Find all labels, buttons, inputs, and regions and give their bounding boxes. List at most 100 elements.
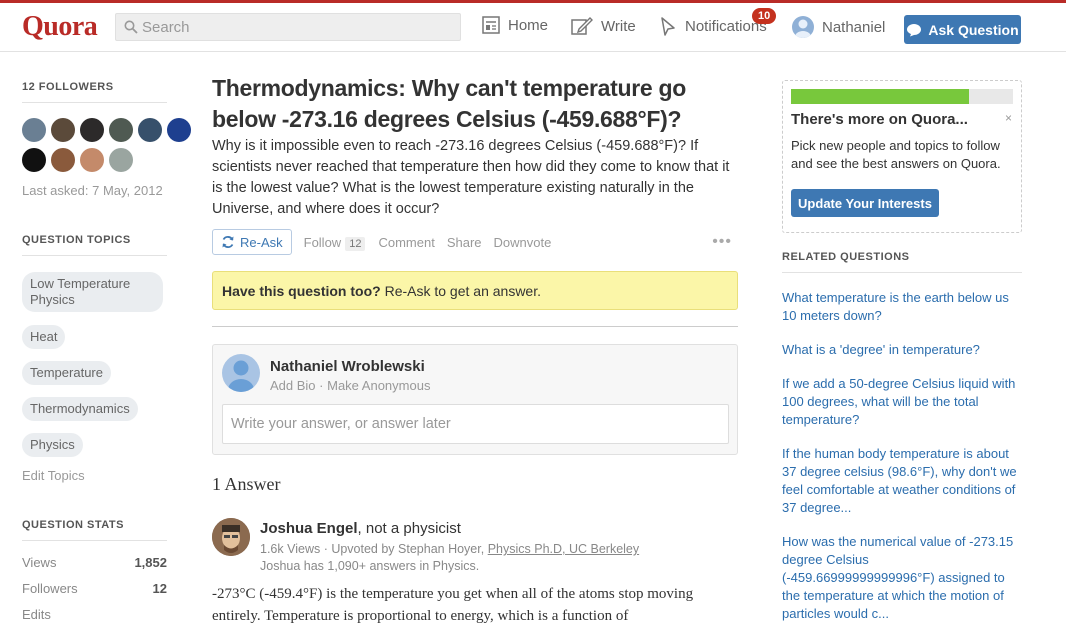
speech-bubble-icon <box>907 23 922 36</box>
question-actions: Re-Ask Follow 12 Comment Share Downvote •… <box>212 228 738 256</box>
interests-promo-card: There's more on Quora... × Pick new peop… <box>782 80 1022 233</box>
update-interests-button[interactable]: Update Your Interests <box>791 189 939 217</box>
quora-logo[interactable]: Quora <box>22 11 98 43</box>
search-input[interactable]: Search <box>115 13 461 41</box>
more-options-icon[interactable]: ••• <box>712 233 732 251</box>
follow-label: Follow <box>303 234 342 250</box>
progress-fill <box>791 89 969 104</box>
answer-author-avatar[interactable] <box>212 518 250 556</box>
promo-title: There's more on Quora... <box>791 111 968 128</box>
stat-label: Edits <box>22 607 51 622</box>
question-stats-heading: QUESTION STATS <box>22 519 124 531</box>
divider <box>22 255 167 256</box>
followers-avatars <box>22 118 191 172</box>
follower-avatar[interactable] <box>138 118 162 142</box>
interests-progress-bar <box>791 89 1013 104</box>
answer-placeholder: Write your answer, or answer later <box>231 416 451 432</box>
share-button[interactable]: Share <box>447 235 482 250</box>
divider <box>782 272 1022 273</box>
answer-author-credential: , not a physicist <box>357 520 461 537</box>
topic-heat[interactable]: Heat <box>22 325 66 349</box>
separator-dot: · <box>315 378 328 393</box>
answer-views-upvotes: 1.6k Views · Upvoted by Stephan Hoyer, <box>260 542 488 556</box>
divider <box>212 326 738 327</box>
answer-author-line: Joshua Engel, not a physicist <box>260 520 461 537</box>
user-silhouette-icon <box>228 360 254 392</box>
reask-label: Re-Ask <box>240 234 283 250</box>
related-question-link[interactable]: If the human body temperature is about 3… <box>782 445 1022 517</box>
answer-composer: Nathaniel Wroblewski Add Bio · Make Anon… <box>212 344 738 455</box>
comment-button[interactable]: Comment <box>378 235 434 250</box>
question-details: Why is it impossible even to reach -273.… <box>212 138 730 217</box>
nav-write-label: Write <box>601 17 636 35</box>
reask-button[interactable]: Re-Ask <box>212 229 292 255</box>
promo-text: Pick new people and topics to follow and… <box>791 138 1001 171</box>
divider <box>22 540 167 541</box>
ask-question-button[interactable]: Ask Question <box>904 15 1021 44</box>
related-question-link[interactable]: How was the numerical value of -273.15 d… <box>782 533 1022 623</box>
composer-user-name[interactable]: Nathaniel Wroblewski <box>270 358 425 375</box>
related-question-link[interactable]: What is a 'degree' in temperature? <box>782 341 1022 359</box>
answer-meta: 1.6k Views · Upvoted by Stephan Hoyer, P… <box>260 542 639 556</box>
answer-count-heading: 1 Answer <box>212 474 281 494</box>
write-icon <box>571 17 593 35</box>
composer-user-links: Add Bio · Make Anonymous <box>270 378 430 393</box>
nav-profile-label: Nathaniel <box>822 18 886 36</box>
related-question-link[interactable]: If we add a 50-degree Celsius liquid wit… <box>782 375 1022 429</box>
question-title[interactable]: Thermodynamics: Why can't temperature go… <box>212 73 712 135</box>
upvoter-credential-link[interactable]: Physics Ph.D, UC Berkeley <box>488 542 639 556</box>
follower-avatar[interactable] <box>22 148 46 172</box>
downvote-button[interactable]: Downvote <box>494 235 552 250</box>
follow-count: 12 <box>345 236 366 251</box>
composer-avatar <box>222 354 260 392</box>
reask-prompt-banner: Have this question too? Re-Ask to get an… <box>212 271 738 310</box>
answer-author-stats: Joshua has 1,090+ answers in Physics. <box>260 559 480 573</box>
reask-prompt-text: Re-Ask to get an answer. <box>380 282 541 299</box>
notifications-icon <box>661 17 675 36</box>
stat-followers: Followers 12 <box>22 581 167 596</box>
follower-avatar[interactable] <box>51 148 75 172</box>
follower-avatar[interactable] <box>109 118 133 142</box>
topic-low-temperature-physics[interactable]: Low Temperature Physics <box>22 272 163 312</box>
nav-home-label: Home <box>508 16 549 34</box>
user-avatar <box>792 16 814 38</box>
topic-thermodynamics[interactable]: Thermodynamics <box>22 397 138 421</box>
user-silhouette-icon <box>795 19 811 38</box>
reask-icon <box>222 236 234 248</box>
follower-avatar[interactable] <box>80 118 104 142</box>
reask-prompt-bold: Have this question too? <box>222 282 381 299</box>
follower-avatar[interactable] <box>109 148 133 172</box>
add-bio-link[interactable]: Add Bio <box>270 378 316 393</box>
follower-avatar[interactable] <box>167 118 191 142</box>
stat-label: Views <box>22 555 57 570</box>
divider <box>22 102 167 103</box>
answer-author-name[interactable]: Joshua Engel <box>260 520 358 537</box>
make-anonymous-link[interactable]: Make Anonymous <box>327 378 430 393</box>
nav-home[interactable]: Home <box>482 16 548 34</box>
nav-write[interactable]: Write <box>571 16 636 36</box>
topic-temperature[interactable]: Temperature <box>22 361 111 385</box>
question-topics-heading: QUESTION TOPICS <box>22 234 131 246</box>
last-asked: Last asked: 7 May, 2012 <box>22 183 163 198</box>
follower-avatar[interactable] <box>80 148 104 172</box>
nav-notifications[interactable]: Notifications <box>659 16 767 36</box>
promo-close-icon[interactable]: × <box>1005 111 1012 125</box>
stat-label: Followers <box>22 581 78 596</box>
answer-input[interactable]: Write your answer, or answer later <box>222 404 729 444</box>
topic-physics[interactable]: Physics <box>22 433 83 457</box>
follower-avatar[interactable] <box>22 118 46 142</box>
nav-profile[interactable]: Nathaniel <box>792 16 885 38</box>
ask-question-label: Ask Question <box>928 21 1019 38</box>
search-icon <box>124 20 138 34</box>
edit-topics-link[interactable]: Edit Topics <box>22 468 85 483</box>
related-questions-heading: RELATED QUESTIONS <box>782 251 910 263</box>
follower-avatar[interactable] <box>51 118 75 142</box>
followers-heading: 12 FOLLOWERS <box>22 81 114 93</box>
related-question-link[interactable]: What temperature is the earth below us 1… <box>782 289 1022 325</box>
search-placeholder: Search <box>142 19 190 36</box>
stat-value: 12 <box>152 581 167 596</box>
stat-edits[interactable]: Edits <box>22 607 167 622</box>
home-icon <box>482 16 500 34</box>
follow-button[interactable]: Follow 12 <box>303 234 366 251</box>
stat-views: Views 1,852 <box>22 555 167 570</box>
